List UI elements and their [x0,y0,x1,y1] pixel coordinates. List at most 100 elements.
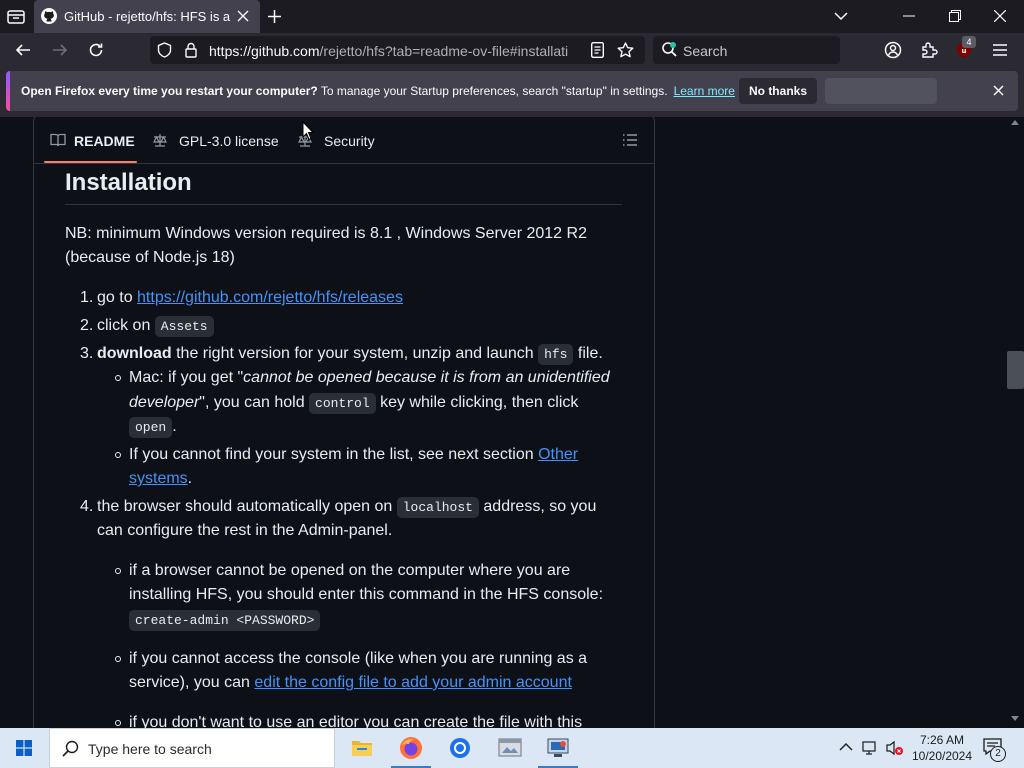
restore-icon[interactable] [949,10,961,22]
step-4-line-1: the browser should automatically open on… [97,495,596,520]
other-systems-link-2[interactable]: systems [129,470,188,487]
tab-title: GitHub - rejetto/hfs: HFS is a we [64,9,234,24]
scrollbar-thumb[interactable] [1007,351,1024,389]
account-icon[interactable] [884,41,902,59]
edit-config-link[interactable]: edit the config file to add your admin a… [254,674,572,691]
taskbar-chrome[interactable] [436,728,484,768]
scale-icon [152,133,168,147]
step-2-text: click on [97,317,155,334]
back-icon[interactable] [15,42,31,58]
list-number: 2. [80,317,94,334]
list-number: 4. [80,498,94,515]
new-tab-icon[interactable] [267,9,282,24]
volume-muted-icon[interactable] [885,740,905,756]
set-startup-button[interactable] [825,78,937,104]
book-icon [50,133,66,147]
learn-more-link[interactable]: Learn more [674,84,735,98]
bookmark-star-icon[interactable] [617,42,634,58]
bullet-marker [115,452,121,458]
console-text: service), you can [129,674,255,691]
notification-detail: To manage your Startup preferences, sear… [317,84,668,98]
list-number: 1. [80,289,94,306]
tracking-protection-icon[interactable] [157,42,172,58]
taskbar-file-explorer[interactable] [338,728,386,768]
lock-icon[interactable] [185,42,197,58]
mac-line-2-text: ", you can hold [199,394,310,411]
close-notification-icon[interactable] [993,85,1004,96]
scroll-down-icon[interactable] [1011,716,1019,722]
reload-icon[interactable] [88,42,104,58]
mac-line-3: open. [129,415,177,440]
console-bullet-line-2: service), you can edit the config file t… [129,671,572,695]
taskbar-app-window[interactable] [485,728,533,768]
taskbar-clock[interactable]: 7:26 AM 10/20/2024 [910,732,974,764]
browser-bullet-line-3: create-admin <PASSWORD> [129,608,321,633]
show-hidden-icons-icon[interactable] [839,742,853,752]
localhost-code: localhost [396,497,479,518]
taskbar-search-box[interactable]: Type here to search [49,728,335,768]
url-bar[interactable]: https://github.com/rejetto/hfs?tab=readm… [150,36,645,64]
startup-notification-bar: Open Firefox every time you restart your… [6,71,1018,111]
other-text: If you cannot find your system in the li… [129,446,539,463]
no-thanks-button[interactable]: No thanks [739,78,817,104]
app-menu-icon[interactable] [992,43,1008,57]
notification-accent [6,71,10,111]
installation-heading: Installation [65,169,192,196]
reader-view-icon[interactable] [591,42,604,58]
page-content: README GPL-3.0 license Security Installa… [0,117,1024,728]
forward-icon[interactable] [52,42,68,58]
console-bullet-line-1: if you cannot access the console (like w… [129,650,588,667]
mac-line-2: developer", you can hold control key whi… [129,391,578,416]
tab-security[interactable]: Security [324,133,375,149]
bullet-marker [115,375,121,381]
start-button[interactable] [0,728,48,768]
scroll-up-icon[interactable] [1011,119,1019,125]
browser-bullet-line-2: installing HFS, you should enter this co… [129,586,604,603]
notification-question: Open Firefox every time you restart your… [21,84,318,98]
taskbar-search-placeholder: Type here to search [88,741,212,757]
search-bar[interactable]: Search [653,36,840,64]
svg-text:u: u [962,47,967,55]
search-placeholder: Search [683,43,728,59]
taskbar-firefox[interactable] [387,728,435,768]
notification-count-badge: 2 [990,746,1006,762]
app-monitor-icon [546,736,570,760]
tab-readme[interactable]: README [74,133,135,149]
outline-list-icon[interactable] [622,133,638,147]
extensions-icon[interactable] [920,41,938,59]
step-4-suffix: address, so you [478,498,597,515]
releases-link[interactable]: https://github.com/rejetto/hfs/releases [137,289,403,306]
mac-prefix: Mac: if you get " [129,369,244,386]
create-admin-code: create-admin <PASSWORD> [129,610,321,631]
other-systems-line-2: systems. [129,467,192,491]
taskbar-active-app[interactable] [534,728,582,768]
open-code: open [129,417,173,438]
step-3: download the right version for your syst… [97,342,603,367]
url-text[interactable]: https://github.com/rejetto/hfs?tab=readm… [209,43,581,59]
scrollbar-track[interactable] [1006,117,1024,728]
list-all-tabs-icon[interactable] [834,11,848,21]
step-1-text: go to [97,289,138,306]
nb-line-1: NB: minimum Windows version required is … [65,225,587,242]
step-4-line-2: can configure the rest in the Admin-pane… [97,522,393,539]
notification-message: Open Firefox every time you restart your… [21,84,735,98]
browser-bullet-line-1: if a browser cannot be opened on the com… [129,562,571,579]
mac-line-3-suffix: . [172,418,177,435]
close-window-icon[interactable] [994,10,1006,22]
active-tab-underline [44,161,137,163]
step-3-text: the right version for your system, unzip… [171,345,539,362]
download-bold: download [97,345,172,362]
network-icon[interactable] [862,740,880,756]
folder-icon [351,738,373,758]
other-systems-line-1: If you cannot find your system in the li… [129,443,578,467]
navigation-toolbar: https://github.com/rejetto/hfs?tab=readm… [0,33,1024,67]
minimize-icon[interactable] [903,15,915,17]
url-host: https://github.com [209,43,320,59]
browser-tab-active[interactable]: GitHub - rejetto/hfs: HFS is a we [34,0,260,33]
close-tab-icon[interactable] [237,10,249,22]
mouse-cursor-icon [302,121,314,141]
tab-overview-icon[interactable] [6,8,26,26]
other-systems-link[interactable]: Other [538,446,578,463]
mac-line-2-suffix: key while clicking, then click [375,394,579,411]
tab-license[interactable]: GPL-3.0 license [179,133,279,149]
